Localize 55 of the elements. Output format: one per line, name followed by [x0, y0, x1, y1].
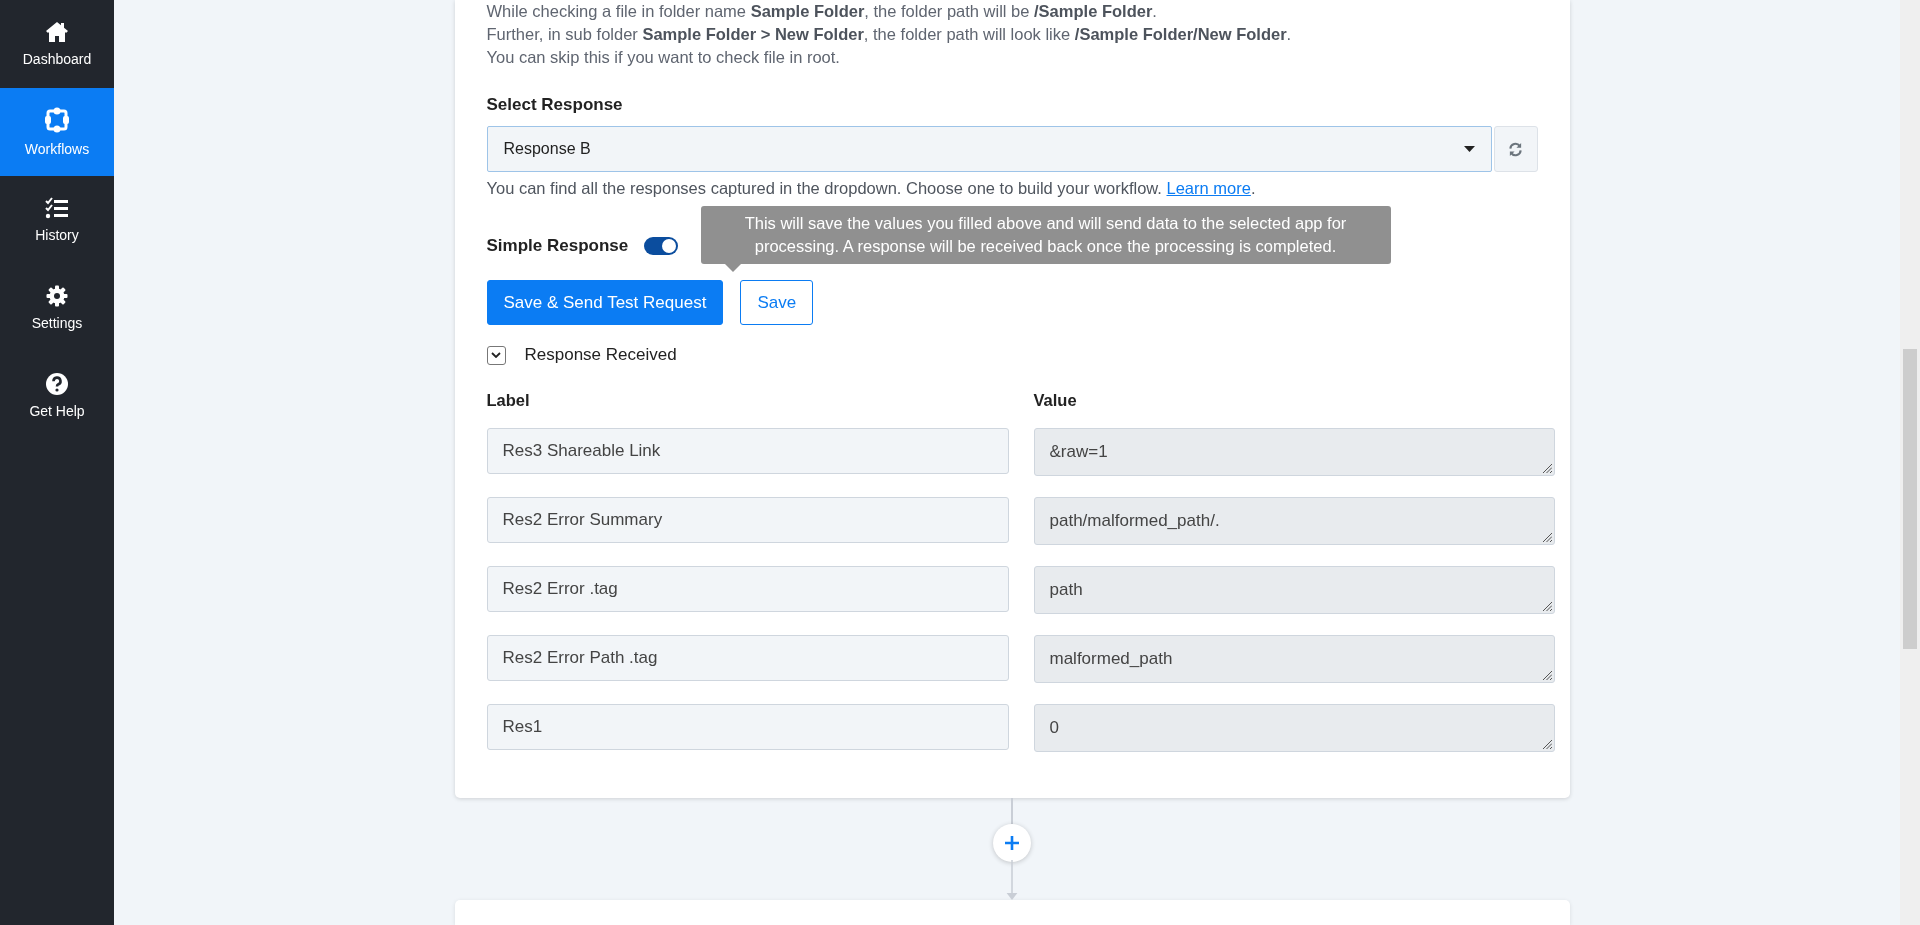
field-label: Select Response [486, 95, 624, 115]
value-field[interactable]: malformed_path [1033, 635, 1555, 683]
sidebar-item[interactable]: History [0, 176, 114, 264]
help-text: While checking a file in folder name Sample Folder, the folder path will be /Sample Folder. [486, 1, 1158, 22]
response-dropdown[interactable]: Response B [486, 126, 1492, 172]
resize-handle-icon[interactable] [1541, 463, 1552, 473]
value-field[interactable]: path/malformed_path/. [1033, 497, 1555, 545]
sidebar-item[interactable]: Get Help [0, 352, 114, 440]
settings-icon [46, 285, 68, 307]
label-field[interactable]: Res2 Error Summary [486, 497, 1009, 543]
section-label: Response Received [524, 345, 677, 365]
label-field[interactable]: Res1 [486, 704, 1009, 750]
resize-handle-icon[interactable] [1541, 739, 1552, 749]
save-button[interactable]: Save [740, 280, 814, 325]
checklist-icon [45, 197, 69, 219]
refresh-button[interactable] [1493, 126, 1538, 172]
label-field[interactable]: Res3 Shareable Link [486, 428, 1009, 474]
sidebar-label: Get Help [29, 403, 85, 419]
toggle-label: Simple Response [486, 236, 629, 256]
help-text: You can find all the responses captured in the dropdown. Choose one to build your workflow. Learn more. [486, 179, 1257, 198]
help-text: Further, in sub folder Sample Folder > New Folder, the folder path will look like /Sample Folder/New Folder. [486, 24, 1293, 45]
caret-icon [1463, 146, 1475, 152]
home-icon [45, 21, 69, 43]
column-header: Label [486, 391, 531, 410]
workflow-icon [44, 107, 70, 133]
connector-arrow [1004, 860, 1020, 900]
refresh-icon [1508, 141, 1523, 157]
value-field[interactable]: 0 [1033, 704, 1555, 752]
sidebar-item[interactable]: Dashboard [0, 0, 114, 88]
learn-more-link[interactable]: Learn more [1166, 179, 1251, 197]
value-field[interactable]: &raw=1 [1033, 428, 1555, 476]
help-icon [46, 373, 68, 395]
scrollbar[interactable] [1900, 0, 1920, 925]
sidebar-label: History [35, 227, 79, 243]
add-step-button[interactable] [993, 824, 1031, 862]
sidebar-label: Dashboard [22, 51, 92, 67]
sidebar-label: Settings [31, 315, 83, 331]
value-field[interactable]: path [1033, 566, 1555, 614]
resize-handle-icon[interactable] [1541, 670, 1552, 680]
column-header: Value [1033, 391, 1078, 410]
tooltip: This will save the values you filled above and will send data to the selected app for processing. A response will be received back once the processing is completed. [700, 206, 1391, 264]
help-text: You can skip this if you want to check file in root. [486, 47, 841, 68]
label-field[interactable]: Res2 Error Path .tag [486, 635, 1009, 681]
sidebar-label: Workflows [24, 141, 90, 157]
plus-icon [1005, 836, 1019, 850]
resize-handle-icon[interactable] [1541, 601, 1552, 611]
toggle-switch[interactable] [644, 237, 679, 255]
send-test-request-button[interactable]: Save & Send Test Request [486, 280, 724, 325]
resize-handle-icon[interactable] [1541, 532, 1552, 542]
expand-checkbox[interactable] [486, 345, 506, 365]
chevron-icon [491, 352, 501, 358]
label-field[interactable]: Res2 Error .tag [486, 566, 1009, 612]
tooltip-arrow [724, 264, 741, 272]
sidebar-item[interactable]: Workflows [0, 88, 114, 176]
sidebar-item[interactable]: Settings [0, 264, 114, 352]
